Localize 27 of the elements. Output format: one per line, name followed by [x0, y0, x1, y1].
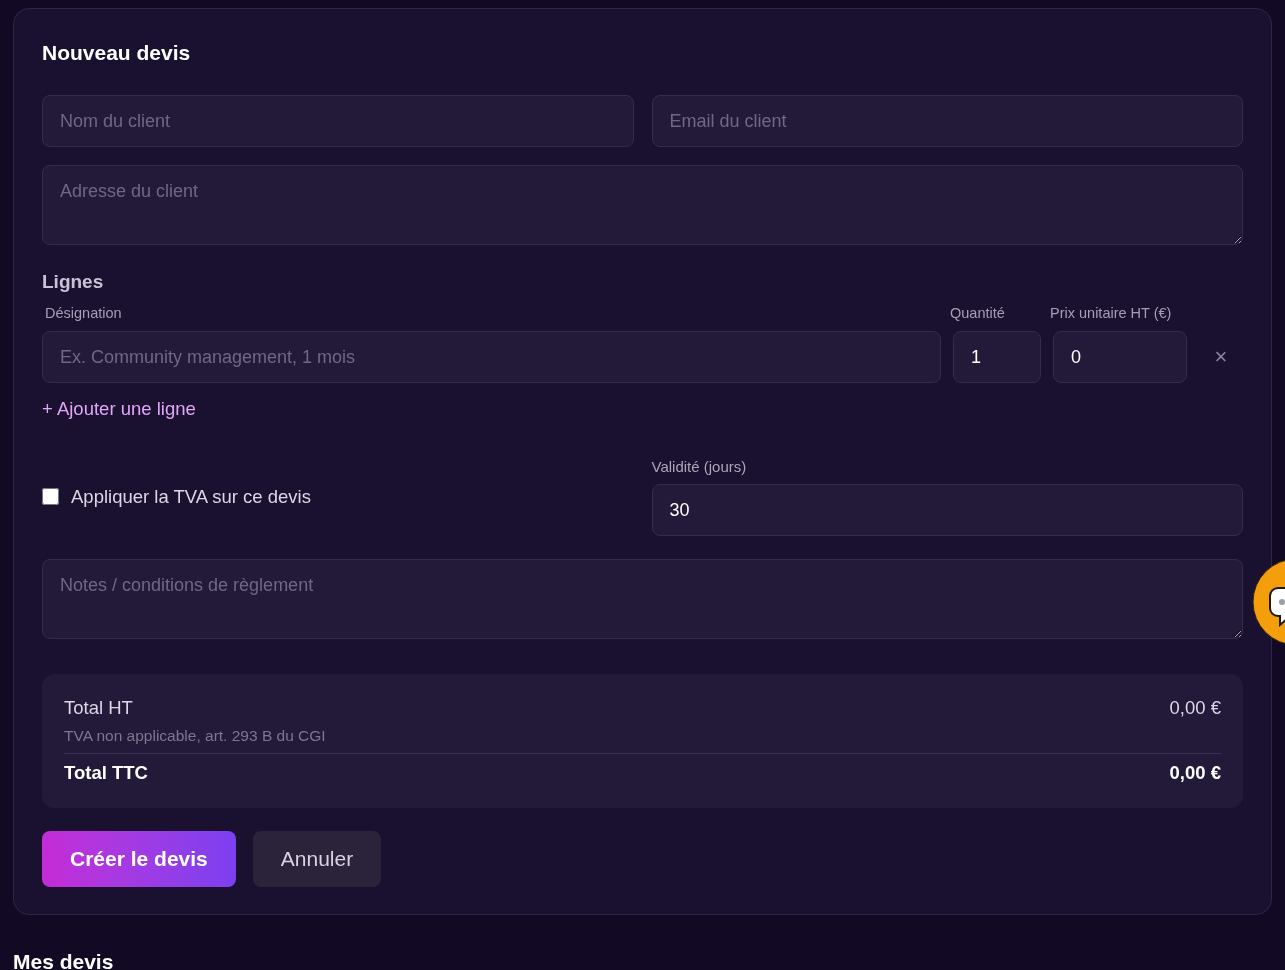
vat-checkbox[interactable] [42, 488, 59, 505]
input-field[interactable]: Email du client [651, 95, 1243, 147]
column-label: Désignation [44, 304, 123, 323]
column-label: Prix unitaire HT (€) [1050, 304, 1173, 323]
total-value: 0,00 € [1169, 761, 1221, 785]
subtotal-value: 0,00 € [1169, 696, 1221, 720]
vat-note: TVA non applicable, art. 293 B du CGI [64, 726, 327, 746]
text-area[interactable]: Adresse du client [42, 165, 1243, 245]
validity-field[interactable]: 30 [651, 484, 1243, 536]
form-title: Nouveau devis [42, 40, 192, 66]
chat-bubble-icon[interactable] [1252, 558, 1285, 646]
checkbox-label: Appliquer la TVA sur ce devis [71, 484, 311, 509]
remove-line-button[interactable]: × [1210, 346, 1232, 368]
input-field[interactable]: Ex. Community management, 1 mois [42, 331, 941, 383]
cancel-button[interactable]: Annuler [252, 831, 382, 887]
total-label: Total TTC [64, 761, 148, 785]
section-title: Lignes [42, 270, 105, 294]
column-label: Quantité [950, 304, 1006, 323]
quantity-field[interactable]: 1 [953, 331, 1041, 383]
field-label: Validité (jours) [651, 457, 748, 477]
input-field[interactable]: Nom du client [42, 95, 634, 147]
create-button[interactable]: Créer le devis [42, 831, 236, 887]
subtotal-label: Total HT [64, 696, 133, 720]
price-field[interactable]: 0 [1053, 331, 1187, 383]
text-area[interactable]: Notes / conditions de règlement [42, 559, 1243, 639]
section-heading: Mes devis [13, 949, 115, 970]
add-line-link[interactable]: + Ajouter une ligne [42, 397, 196, 421]
